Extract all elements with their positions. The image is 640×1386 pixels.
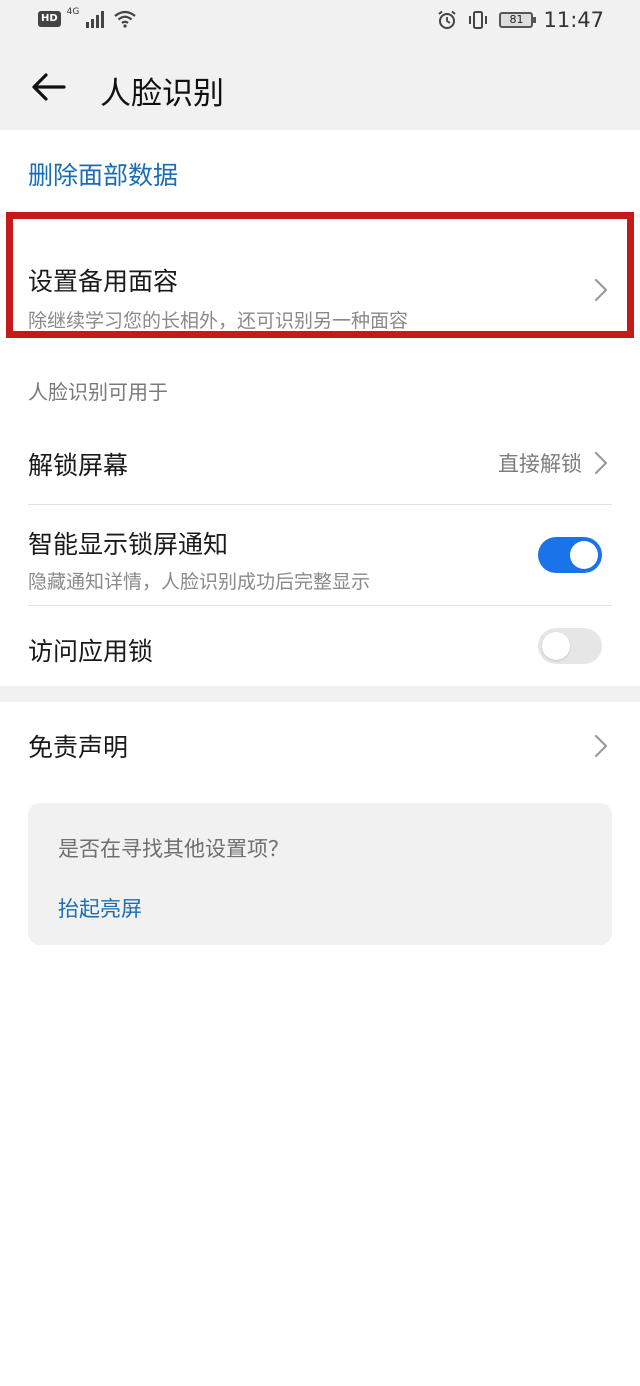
smart-notify-subtitle: 隐藏通知详情，人脸识别成功后完整显示 — [28, 571, 371, 593]
section-gap — [0, 686, 640, 702]
wifi-icon — [114, 10, 137, 28]
header-area: HD 4G 81 11:47 人脸识别 — [0, 0, 640, 130]
unlock-screen-value: 直接解锁 — [498, 452, 582, 476]
suggestions-question: 是否在寻找其他设置项？ — [58, 837, 289, 861]
highlight-annotation-box — [6, 212, 634, 338]
disclaimer-title: 免责声明 — [28, 733, 129, 762]
disclaimer-row[interactable]: 免责声明 — [0, 702, 640, 788]
battery-icon: 81 — [499, 12, 537, 28]
toggle-knob — [570, 541, 598, 569]
status-left: HD 4G — [38, 7, 137, 28]
status-right: 81 11:47 — [437, 8, 604, 32]
network-label: 4G — [66, 7, 80, 17]
app-bar: 人脸识别 — [0, 44, 640, 130]
alarm-icon — [438, 10, 457, 29]
chevron-right-icon — [594, 451, 608, 475]
hd-badge: HD — [38, 11, 61, 27]
smart-notify-title: 智能显示锁屏通知 — [28, 530, 229, 559]
status-bar: HD 4G 81 11:47 — [0, 0, 640, 44]
app-lock-title: 访问应用锁 — [28, 637, 154, 666]
suggestion-link-raise-to-wake[interactable]: 抬起亮屏 — [58, 893, 582, 923]
usage-section-header: 人脸识别可用于 — [28, 380, 168, 404]
unlock-screen-row[interactable]: 解锁屏幕 直接解锁 — [0, 422, 640, 504]
signal-icon — [86, 11, 105, 28]
app-lock-row[interactable]: 访问应用锁 — [0, 606, 640, 686]
delete-face-data-row[interactable]: 删除面部数据 — [0, 130, 640, 214]
chevron-right-icon — [594, 734, 608, 758]
suggestions-card: 是否在寻找其他设置项？ 抬起亮屏 — [28, 803, 612, 945]
status-clock: 11:47 — [543, 8, 604, 32]
delete-face-data-link[interactable]: 删除面部数据 — [28, 161, 178, 190]
smart-notify-toggle[interactable] — [538, 537, 602, 573]
page-title: 人脸识别 — [100, 76, 224, 112]
smart-notify-row[interactable]: 智能显示锁屏通知 隐藏通知详情，人脸识别成功后完整显示 — [0, 505, 640, 605]
toggle-knob — [542, 632, 570, 660]
vibrate-icon — [469, 11, 488, 29]
back-arrow-icon[interactable] — [28, 66, 70, 108]
app-lock-toggle[interactable] — [538, 628, 602, 664]
